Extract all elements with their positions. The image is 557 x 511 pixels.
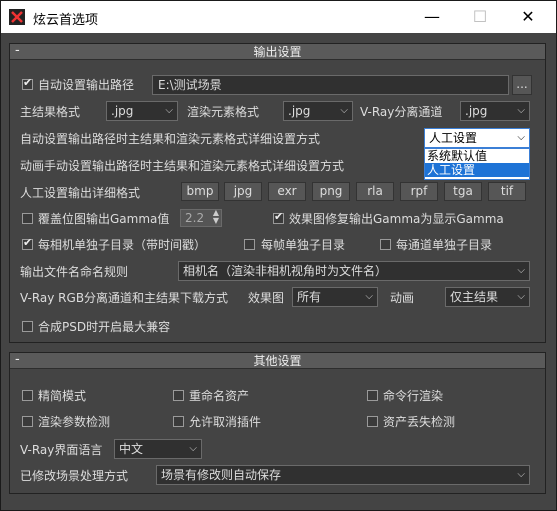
file-naming-value: 相机名（渲染非相机视角时为文件名） <box>183 264 388 278</box>
psd-compat-checkbox[interactable] <box>22 321 33 332</box>
format-button-jpg[interactable]: jpg <box>224 182 262 201</box>
chevron-down-icon: ⌵ <box>189 443 197 454</box>
rename-assets-checkbox[interactable] <box>173 390 184 401</box>
rename-assets-label: 重命名资产 <box>189 389 250 403</box>
option-manual[interactable]: 人工设置 <box>425 163 529 177</box>
detail-mode-label: 自动设置输出路径时主结果和渲染元素格式详细设置方式 <box>20 132 321 146</box>
render-element-format-value: .jpg <box>288 104 311 118</box>
auto-path-label: 自动设置输出路径 <box>38 78 135 92</box>
effect-image-dropdown[interactable]: 所有 ⌵ <box>292 287 378 307</box>
lite-mode-checkbox[interactable] <box>22 390 33 401</box>
chevron-down-icon: ⌵ <box>340 105 348 116</box>
chevron-down-icon: ⌵ <box>365 291 373 302</box>
override-gamma-label: 覆盖位图输出Gamma值 <box>38 212 170 226</box>
vray-ui-language-label: V-Ray界面语言 <box>20 443 103 457</box>
other-settings-title: 其他设置 <box>253 354 302 368</box>
chevron-down-icon: ⌵ <box>517 469 525 480</box>
main-format-label: 主结果格式 <box>20 105 81 119</box>
preferences-window: 炫云首选项 — ☐ ✕ - 输出设置 自动设置输出路径 E:\测试场景 ... … <box>0 0 557 511</box>
vray-ui-language-value: 中文 <box>119 442 144 456</box>
render-param-check-checkbox[interactable] <box>22 416 33 427</box>
animation-download-dropdown[interactable]: 仅主结果 ⌵ <box>445 287 530 307</box>
psd-compat-label: 合成PSD时开启最大兼容 <box>38 320 171 334</box>
modified-scene-handling-dropdown[interactable]: 场景有修改则自动保存 ⌵ <box>156 465 530 485</box>
animation-detail-label: 动画手动设置输出路径时主结果和渲染元素格式详细设置方式 <box>20 159 345 173</box>
allow-cancel-plugin-label: 允许取消插件 <box>189 415 262 429</box>
render-param-check-label: 渲染参数检测 <box>38 415 111 429</box>
format-button-rpf[interactable]: rpf <box>400 182 438 201</box>
spinner-arrows-icon[interactable]: ▲ ▼ <box>213 209 219 225</box>
format-button-rla[interactable]: rla <box>356 182 394 201</box>
option-system-default[interactable]: 系统默认值 <box>425 149 529 163</box>
output-settings-panel: - 输出设置 自动设置输出路径 E:\测试场景 ... 主结果格式 .jpg ⌵… <box>9 43 546 343</box>
effect-image-value: 所有 <box>297 290 322 304</box>
detail-mode-value: 人工设置 <box>429 131 478 145</box>
missing-assets-check-checkbox[interactable] <box>367 416 378 427</box>
fix-gamma-label: 效果图修复输出Gamma为显示Gamma <box>289 212 504 226</box>
modified-scene-handling-label: 已修改场景处理方式 <box>20 469 129 483</box>
chevron-down-icon: ⌵ <box>517 265 525 276</box>
modified-scene-handling-value: 场景有修改则自动保存 <box>161 468 282 482</box>
per-frame-subfolder-checkbox[interactable] <box>244 239 255 250</box>
format-button-tif[interactable]: tif <box>488 182 526 201</box>
detail-mode-dropdown[interactable]: 人工设置 ⌵ <box>424 128 530 148</box>
other-settings-panel: - 其他设置 精简模式 重命名资产 命令行渲染 渲染参数检测 允许取消插件 资产… <box>9 352 546 494</box>
lite-mode-label: 精简模式 <box>38 389 87 403</box>
maximize-button[interactable]: ☐ <box>458 5 502 29</box>
per-channel-subfolder-checkbox[interactable] <box>380 239 391 250</box>
fix-gamma-checkbox[interactable] <box>273 210 284 224</box>
override-gamma-checkbox[interactable] <box>22 213 33 224</box>
format-button-png[interactable]: png <box>312 182 350 201</box>
effect-image-label: 效果图 <box>248 291 285 305</box>
chevron-down-icon: ⌵ <box>517 105 525 116</box>
download-method-label: V-Ray RGB分离通道和主结果下载方式 <box>20 291 229 305</box>
title-bar: 炫云首选项 — ☐ ✕ <box>1 1 556 33</box>
format-button-exr[interactable]: exr <box>268 182 306 201</box>
per-frame-subfolder-label: 每帧单独子目录 <box>261 238 346 252</box>
per-camera-subfolder-label: 每相机单独子目录（带时间戳） <box>38 238 207 252</box>
format-button-bmp[interactable]: bmp <box>181 182 219 201</box>
command-line-render-checkbox[interactable] <box>367 390 378 401</box>
detail-mode-options-list: 系统默认值 人工设置 <box>424 148 530 180</box>
output-settings-title: 输出设置 <box>253 45 302 59</box>
allow-cancel-plugin-checkbox[interactable] <box>173 416 184 427</box>
main-format-dropdown[interactable]: .jpg ⌵ <box>106 101 178 121</box>
chevron-down-icon: ⌵ <box>517 291 525 302</box>
window-title: 炫云首选项 <box>33 13 99 28</box>
file-naming-dropdown[interactable]: 相机名（渲染非相机视角时为文件名） ⌵ <box>178 261 530 281</box>
minimize-button[interactable]: — <box>410 5 454 29</box>
missing-assets-check-label: 资产丢失检测 <box>383 415 456 429</box>
chevron-down-icon: ⌵ <box>517 132 525 143</box>
per-camera-subfolder-checkbox[interactable] <box>22 236 33 250</box>
vray-separate-channel-label: V-Ray分离通道 <box>360 105 443 119</box>
render-element-format-label: 渲染元素格式 <box>187 105 260 119</box>
vray-separate-channel-dropdown[interactable]: .jpg ⌵ <box>460 101 530 121</box>
render-element-format-dropdown[interactable]: .jpg ⌵ <box>283 101 353 121</box>
manual-detail-format-label: 人工设置输出详细格式 <box>20 186 141 200</box>
close-button[interactable]: ✕ <box>506 5 550 29</box>
format-button-tga[interactable]: tga <box>444 182 482 201</box>
animation-download-value: 仅主结果 <box>450 290 499 304</box>
animation-download-label: 动画 <box>390 291 415 305</box>
per-channel-subfolder-label: 每通道单独子目录 <box>396 238 493 252</box>
browse-button[interactable]: ... <box>512 75 532 95</box>
main-format-value: .jpg <box>111 104 134 118</box>
other-settings-header[interactable]: - 其他设置 <box>10 353 545 369</box>
output-settings-header[interactable]: - 输出设置 <box>10 44 545 60</box>
chevron-down-icon: ⌵ <box>165 105 173 116</box>
command-line-render-label: 命令行渲染 <box>383 389 444 403</box>
gamma-spinner[interactable]: 2.2 ▲ ▼ <box>180 209 222 227</box>
file-naming-label: 输出文件名命名规则 <box>20 265 129 279</box>
vray-ui-language-dropdown[interactable]: 中文 ⌵ <box>114 439 202 459</box>
gamma-value: 2.2 <box>185 211 205 225</box>
app-logo-icon <box>9 9 25 25</box>
auto-path-checkbox[interactable] <box>22 76 33 90</box>
output-path-field[interactable]: E:\测试场景 <box>152 75 509 95</box>
vray-separate-channel-value: .jpg <box>465 104 488 118</box>
